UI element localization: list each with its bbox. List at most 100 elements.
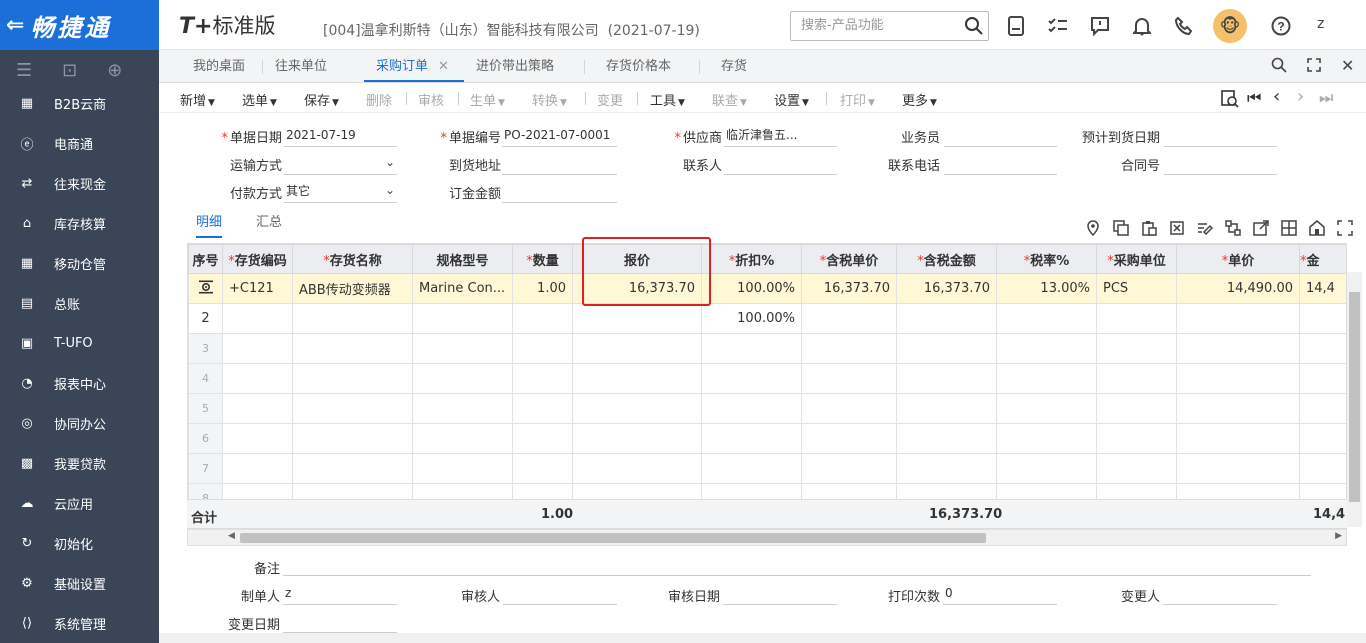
- prev-record-icon[interactable]: ‹: [1273, 86, 1280, 107]
- col-header-amount[interactable]: *金: [1299, 244, 1346, 274]
- sidebar-item-reports[interactable]: ◔ 报表中心: [0, 363, 159, 403]
- sidebar-item-ledger[interactable]: ▤ 总账: [0, 283, 159, 323]
- cell-tax-rate[interactable]: 13.00%: [996, 273, 1097, 304]
- phone-field[interactable]: [944, 153, 1057, 175]
- cell-quote[interactable]: [572, 303, 702, 334]
- doc-no-field[interactable]: PO-2021-07-0001: [502, 125, 617, 147]
- cell-tax-price[interactable]: [801, 303, 897, 334]
- split-icon[interactable]: [1281, 220, 1297, 236]
- sidebar-item-cash[interactable]: ⇄ 往来现金: [0, 163, 159, 203]
- cell-discount[interactable]: 100.00%: [701, 273, 802, 304]
- vertical-scrollbar[interactable]: [1347, 272, 1362, 527]
- user-name[interactable]: z: [1317, 16, 1324, 32]
- col-header-price[interactable]: *单价: [1176, 244, 1300, 274]
- save-button[interactable]: 保存 ▼: [304, 90, 339, 109]
- logo[interactable]: ⇐ 畅捷通: [0, 0, 159, 50]
- batch-icon[interactable]: [1225, 220, 1241, 236]
- expand-grid-icon[interactable]: [1337, 220, 1353, 236]
- table-row[interactable]: 6: [188, 423, 1346, 454]
- sidebar-item-collab[interactable]: ◎ 协同办公: [0, 403, 159, 443]
- address-field[interactable]: [502, 153, 617, 175]
- cell-tax-price[interactable]: 16,373.70: [801, 273, 897, 304]
- sidebar-item-ecommerce[interactable]: ⓔ 电商通: [0, 123, 159, 163]
- sidebar-item-loan[interactable]: ▩ 我要贷款: [0, 443, 159, 483]
- table-row[interactable]: 5: [188, 393, 1346, 424]
- settings-button[interactable]: 设置 ▼: [774, 90, 809, 109]
- cell-amount[interactable]: 14,4: [1299, 273, 1346, 304]
- menu-icon[interactable]: ☰: [16, 60, 32, 81]
- cell-code[interactable]: [222, 303, 293, 334]
- supplier-field[interactable]: 临沂津鲁五...: [724, 125, 837, 147]
- col-header-quote[interactable]: 报价: [572, 244, 702, 274]
- cell-tax-rate[interactable]: [996, 303, 1097, 334]
- copy-row-icon[interactable]: [1113, 220, 1129, 236]
- last-record-icon[interactable]: ⏭: [1319, 88, 1333, 108]
- sidebar-item-mobile-warehouse[interactable]: ▦ 移动仓管: [0, 243, 159, 283]
- table-row[interactable]: 7: [188, 453, 1346, 484]
- phone-icon[interactable]: [1173, 15, 1195, 37]
- select-doc-button[interactable]: 选单 ▼: [242, 90, 277, 109]
- add-menu-icon[interactable]: ⊕: [107, 60, 122, 81]
- contact-field[interactable]: [724, 153, 837, 175]
- add-button[interactable]: 新增 ▼: [180, 90, 215, 109]
- tab-price-strategy[interactable]: 进价带出策略: [476, 50, 554, 82]
- generate-button[interactable]: 生单 ▼: [470, 90, 505, 109]
- col-header-spec[interactable]: 规格型号: [412, 244, 513, 274]
- location-icon[interactable]: [1085, 220, 1101, 237]
- col-header-tax-price[interactable]: *含税单价: [801, 244, 897, 274]
- close-icon[interactable]: ✕: [438, 59, 449, 74]
- change-button[interactable]: 变更: [597, 90, 623, 109]
- table-row[interactable]: 2 100.00%: [188, 303, 1346, 334]
- avatar[interactable]: 🐵: [1213, 9, 1247, 43]
- tab-search-icon[interactable]: [1271, 57, 1287, 77]
- sidebar-item-basic-settings[interactable]: ⚙ 基础设置: [0, 563, 159, 603]
- tab-detail[interactable]: 明细: [196, 211, 223, 238]
- row-settings-icon[interactable]: [188, 273, 223, 304]
- export-icon[interactable]: [1253, 220, 1269, 236]
- table-row[interactable]: 3: [188, 333, 1346, 364]
- convert-button[interactable]: 转换 ▼: [532, 90, 567, 109]
- cell-qty[interactable]: 1.00: [512, 273, 573, 304]
- sidebar-item-inventory[interactable]: ⌂ 库存核算: [0, 203, 159, 243]
- help-icon[interactable]: ?: [1270, 15, 1292, 37]
- search-input[interactable]: 搜索-产品功能: [790, 11, 989, 41]
- find-doc-icon[interactable]: [1221, 90, 1239, 112]
- payment-select[interactable]: 其它 ⌄: [284, 181, 397, 203]
- print-button[interactable]: 打印 ▼: [840, 90, 875, 109]
- checklist-icon[interactable]: [1047, 15, 1069, 37]
- more-button[interactable]: 更多 ▼: [902, 90, 937, 109]
- bell-icon[interactable]: [1131, 15, 1153, 37]
- tab-purchase-order[interactable]: 采购订单 ✕: [364, 50, 464, 82]
- cell-unit[interactable]: [1096, 303, 1177, 334]
- next-record-icon[interactable]: ›: [1297, 86, 1304, 107]
- sidebar-item-cloud[interactable]: ☁ 云应用: [0, 483, 159, 523]
- tab-price-book[interactable]: 存货价格本: [606, 50, 671, 82]
- table-row[interactable]: 4: [188, 363, 1346, 394]
- cell-quote[interactable]: 16,373.70: [572, 273, 702, 304]
- cell-tax-amount[interactable]: [896, 303, 997, 334]
- fullscreen-icon[interactable]: [1306, 57, 1322, 77]
- col-header-tax-rate[interactable]: *税率%: [996, 244, 1097, 274]
- tab-summary[interactable]: 汇总: [256, 211, 282, 230]
- scroll-right-icon[interactable]: ▶: [1335, 531, 1342, 541]
- deposit-field[interactable]: [502, 181, 617, 203]
- horizontal-scroll-thumb[interactable]: [240, 533, 986, 543]
- paste-row-icon[interactable]: [1141, 220, 1157, 236]
- first-record-icon[interactable]: ⏮: [1247, 88, 1261, 108]
- tab-contacts[interactable]: 往来单位: [275, 50, 327, 82]
- cell-price[interactable]: 14,490.00: [1176, 273, 1300, 304]
- search-menu-icon[interactable]: ⊡: [62, 60, 77, 81]
- cell-code[interactable]: +C121: [222, 273, 293, 304]
- cell-amount[interactable]: [1299, 303, 1346, 334]
- cell-name[interactable]: [292, 303, 413, 334]
- calculator-icon[interactable]: [1005, 15, 1027, 37]
- contract-field[interactable]: [1164, 153, 1277, 175]
- col-header-discount[interactable]: *折扣%: [701, 244, 802, 274]
- sidebar-item-system[interactable]: ⟨⟩ 系统管理: [0, 603, 159, 643]
- horizontal-scrollbar[interactable]: ◀ ▶: [187, 529, 1347, 546]
- salesman-field[interactable]: [944, 125, 1057, 147]
- tab-my-desk[interactable]: 我的桌面: [193, 50, 245, 82]
- tab-stock[interactable]: 存货: [721, 50, 747, 82]
- doc-date-field[interactable]: 2021-07-19: [284, 125, 397, 147]
- col-header-tax-amount[interactable]: *含税金额: [896, 244, 997, 274]
